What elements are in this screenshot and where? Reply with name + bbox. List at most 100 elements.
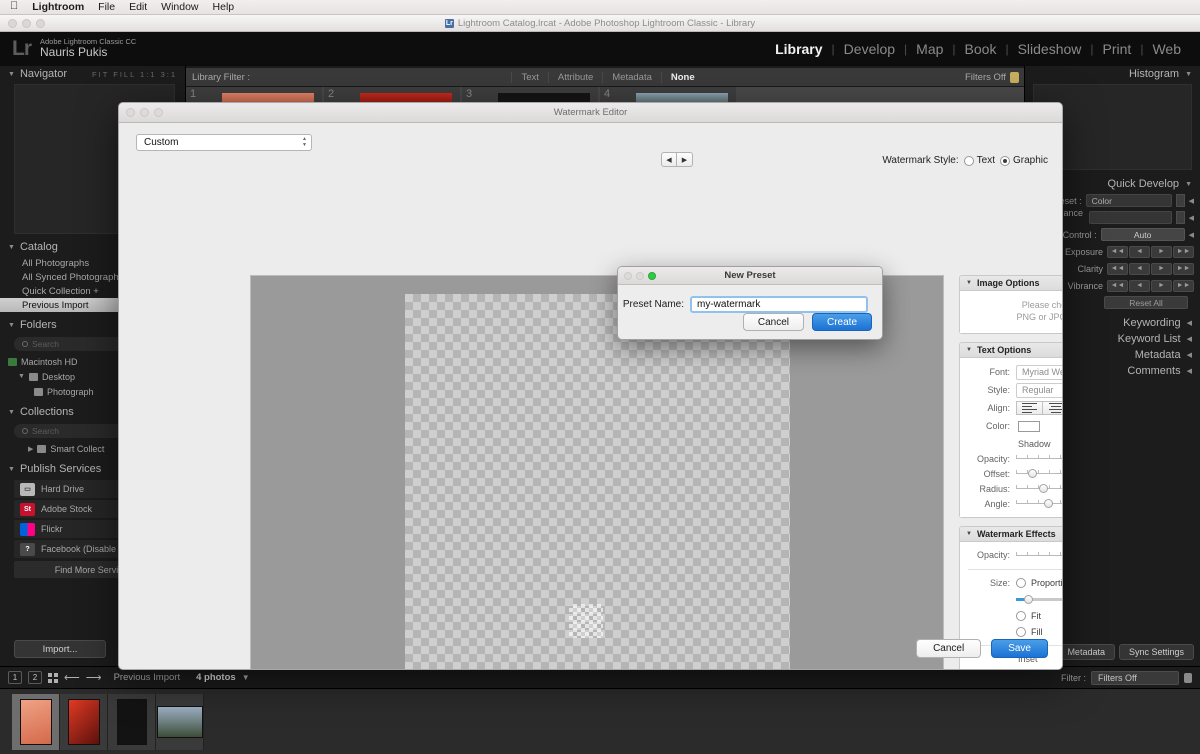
- radio-fit[interactable]: [1016, 611, 1026, 621]
- filter-tab-metadata[interactable]: Metadata: [602, 71, 661, 83]
- filter-tab-attribute[interactable]: Attribute: [547, 71, 602, 83]
- inset-horizontal-slider[interactable]: [1016, 667, 1062, 669]
- radio-fill[interactable]: [1016, 627, 1026, 637]
- watermark-cancel-button[interactable]: Cancel: [916, 639, 982, 658]
- shadow-opacity-slider[interactable]: [1016, 452, 1062, 465]
- module-book[interactable]: Book: [956, 41, 1006, 57]
- module-web[interactable]: Web: [1143, 41, 1190, 57]
- metadata-button[interactable]: Metadata: [1057, 644, 1115, 660]
- triangle-left-icon[interactable]: ◀: [661, 152, 677, 167]
- shadow-offset-slider[interactable]: [1016, 467, 1062, 480]
- page-button-2[interactable]: 2: [28, 671, 42, 684]
- reset-all-button[interactable]: Reset All: [1104, 296, 1188, 309]
- filmstrip-thumb-2[interactable]: [60, 693, 108, 750]
- filter-tab-text[interactable]: Text: [511, 71, 547, 83]
- sync-settings-button[interactable]: Sync Settings: [1118, 644, 1194, 660]
- histogram-header[interactable]: Histogram ▼: [1025, 66, 1200, 82]
- close-icon[interactable]: [624, 271, 632, 280]
- window-controls[interactable]: [8, 19, 45, 28]
- minimize-icon[interactable]: [636, 271, 644, 280]
- module-develop[interactable]: Develop: [835, 41, 904, 57]
- filter-tab-none[interactable]: None: [660, 71, 704, 83]
- size-option-proportional[interactable]: Proportional: [1016, 578, 1062, 588]
- qd-step-inc2[interactable]: ►►: [1173, 279, 1194, 292]
- filters-state-label[interactable]: Filters Off: [965, 72, 1006, 83]
- minimize-button[interactable]: [22, 19, 31, 28]
- radio-graphic[interactable]: [999, 155, 1010, 166]
- close-button[interactable]: [8, 19, 17, 28]
- qd-select-white-balance[interactable]: [1089, 211, 1172, 224]
- menu-item-help[interactable]: Help: [213, 1, 235, 13]
- lock-icon[interactable]: [1010, 71, 1019, 83]
- arrow-left-icon[interactable]: ⟵: [64, 671, 80, 684]
- font-select[interactable]: Myriad Web Pro ▲▼: [1016, 364, 1062, 380]
- qd-step-inc2[interactable]: ►►: [1173, 245, 1194, 258]
- filmstrip-thumb-4[interactable]: [156, 693, 204, 750]
- size-option-fit[interactable]: Fit: [1016, 611, 1041, 621]
- align-left-icon[interactable]: [1016, 401, 1043, 415]
- page-button-1[interactable]: 1: [8, 671, 22, 684]
- minimize-icon[interactable]: [140, 108, 149, 117]
- import-button[interactable]: Import...: [14, 640, 106, 658]
- module-print[interactable]: Print: [1094, 41, 1141, 57]
- watermark-save-button[interactable]: Save: [991, 639, 1048, 658]
- qd-step-inc1[interactable]: ►: [1151, 262, 1172, 275]
- chevron-down-icon[interactable]: ▼: [242, 673, 250, 682]
- qd-step-inc2[interactable]: ►►: [1173, 262, 1194, 275]
- navigator-zoom-levels[interactable]: FIT FILL 1:1 3:1: [92, 70, 177, 79]
- new-preset-window-controls[interactable]: [624, 271, 656, 280]
- effects-opacity-slider[interactable]: [1016, 549, 1062, 562]
- navigator-header[interactable]: ▼ Navigator FIT FILL 1:1 3:1: [0, 66, 185, 82]
- qd-step-dec1[interactable]: ◄: [1129, 279, 1150, 292]
- qd-step-dec1[interactable]: ◄: [1129, 262, 1150, 275]
- chevron-left-icon[interactable]: ◀: [1189, 214, 1194, 222]
- close-icon[interactable]: [126, 108, 135, 117]
- watermark-effects-header[interactable]: ▼ Watermark Effects: [960, 527, 1062, 542]
- filter-select[interactable]: Filters Off: [1091, 670, 1179, 685]
- color-swatch[interactable]: [1018, 420, 1040, 432]
- chevron-left-icon[interactable]: ◀: [1189, 231, 1194, 239]
- qd-step-dec2[interactable]: ◄◄: [1107, 262, 1128, 275]
- shadow-angle-slider[interactable]: [1016, 497, 1062, 510]
- qd-step-dec1[interactable]: ◄: [1129, 245, 1150, 258]
- text-options-header[interactable]: ▼ Text Options: [960, 343, 1062, 358]
- menu-item-edit[interactable]: Edit: [129, 1, 147, 13]
- radio-proportional[interactable]: [1016, 578, 1026, 588]
- shadow-radius-slider[interactable]: [1016, 482, 1062, 495]
- qd-select-preset[interactable]: Color: [1085, 194, 1172, 207]
- zoom-icon[interactable]: [648, 271, 656, 280]
- new-preset-cancel-button[interactable]: Cancel: [742, 313, 804, 331]
- image-options-header[interactable]: ▼ Image Options: [960, 276, 1062, 291]
- grid-view-icon[interactable]: [48, 672, 58, 683]
- apple-icon[interactable]: : [10, 0, 18, 12]
- arrow-right-icon[interactable]: ⟶: [86, 671, 102, 684]
- zoom-icon[interactable]: [154, 108, 163, 117]
- style-select[interactable]: Regular ▲▼: [1016, 382, 1062, 398]
- menu-item-window[interactable]: Window: [161, 1, 198, 13]
- style-option-graphic[interactable]: Graphic: [999, 155, 1048, 166]
- zoom-button[interactable]: [36, 19, 45, 28]
- qd-auto-button[interactable]: Auto: [1100, 228, 1185, 241]
- qd-stepper-icon[interactable]: [1175, 194, 1185, 207]
- size-slider[interactable]: [1016, 593, 1062, 606]
- qd-step-dec2[interactable]: ◄◄: [1107, 279, 1128, 292]
- filmstrip-thumb-3[interactable]: [108, 693, 156, 750]
- photo-count[interactable]: 4 photos: [196, 672, 236, 683]
- style-option-text[interactable]: Text: [963, 155, 995, 166]
- module-slideshow[interactable]: Slideshow: [1009, 41, 1091, 57]
- qd-stepper-icon[interactable]: [1175, 211, 1185, 224]
- chevron-left-icon[interactable]: ◀: [1189, 197, 1194, 205]
- new-preset-create-button[interactable]: Create: [811, 313, 872, 331]
- preset-name-input[interactable]: my-watermark: [690, 296, 868, 313]
- menu-item-lightroom[interactable]: Lightroom: [32, 1, 84, 13]
- preset-select[interactable]: Custom ▲ ▼: [136, 134, 312, 151]
- module-map[interactable]: Map: [907, 41, 952, 57]
- qd-step-dec2[interactable]: ◄◄: [1107, 245, 1128, 258]
- radio-text[interactable]: [963, 155, 974, 166]
- filmstrip-thumb-1[interactable]: [12, 693, 60, 750]
- menu-item-file[interactable]: File: [98, 1, 115, 13]
- triangle-right-icon[interactable]: ▶: [677, 152, 693, 167]
- qd-step-inc1[interactable]: ►: [1151, 279, 1172, 292]
- align-center-icon[interactable]: [1043, 401, 1062, 415]
- qd-step-inc1[interactable]: ►: [1151, 245, 1172, 258]
